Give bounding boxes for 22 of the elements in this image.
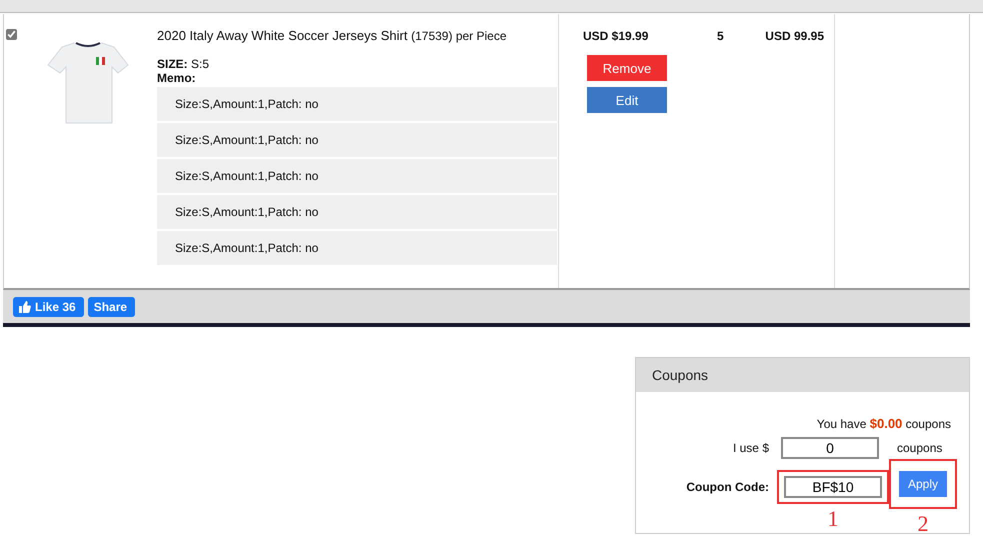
coupon-amount-field[interactable]: 0 <box>781 437 879 459</box>
item-checkbox[interactable] <box>6 29 17 40</box>
like-button[interactable]: Like 36 <box>13 296 84 316</box>
size-text: SIZE: S:5 <box>157 57 210 71</box>
coupons-header: Coupons <box>636 358 969 392</box>
remove-button[interactable]: Remove <box>587 55 667 81</box>
share-button[interactable]: Share <box>88 296 136 316</box>
use-suffix: coupons <box>896 441 944 455</box>
thumbs-up-icon <box>19 300 31 312</box>
unit-price: USD $19.99 <box>583 29 650 43</box>
coupon-code-field[interactable]: BF$10 <box>784 476 882 498</box>
annotation-number: 2 <box>918 511 928 537</box>
line-total: USD 99.95 <box>764 29 825 43</box>
edit-button[interactable]: Edit <box>587 87 667 113</box>
coupon-code-label: Coupon Code: <box>685 480 770 494</box>
coupon-balance: You have $0.00 coupons <box>816 416 951 431</box>
memo-label: Memo: <box>157 71 197 85</box>
use-label: I use $ <box>732 441 770 455</box>
product-title[interactable]: 2020 Italy Away White Soccer Jerseys Shirt (17539) per Piece <box>157 28 558 43</box>
annotation-number: 1 <box>828 506 838 532</box>
apply-button[interactable]: Apply <box>899 471 947 497</box>
quantity: 5 <box>716 29 725 43</box>
